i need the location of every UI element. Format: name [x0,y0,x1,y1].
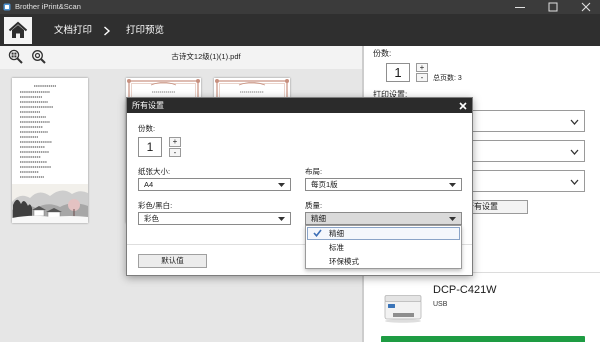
document-filename: 古诗文12级(1)(1).pdf [171,52,241,61]
quality-label: 质量: [305,201,323,210]
quality-option-label: 精细 [329,229,344,238]
paper-size-value: A4 [144,180,154,189]
color-mode-value: 彩色 [144,214,159,223]
layout-value: 每页1版 [311,180,338,189]
total-pages-value: 3 [457,75,462,82]
quality-option[interactable]: 标准 [307,241,460,254]
breadcrumb-print-preview: 打印预览 [126,25,165,36]
dropdown-arrow-icon [449,183,456,187]
default-button[interactable]: 默认值 [138,254,207,268]
minimize-icon[interactable] [514,2,526,12]
layout-select[interactable]: 每页1版 [305,178,462,191]
copies-decrement-button[interactable]: - [416,73,428,82]
color-mode-label: 彩色/黑白: [138,201,173,210]
dialog-title: 所有设置 [132,101,164,110]
print-button[interactable] [381,336,585,342]
copies-input[interactable]: 1 [386,63,410,82]
paper-size-select[interactable]: A4 [138,178,291,191]
home-button[interactable] [4,17,32,44]
quality-option[interactable]: 精细 [307,227,460,240]
close-icon[interactable] [581,2,591,12]
chevron-down-icon [570,179,579,185]
zoom-fit-icon[interactable] [8,49,23,64]
page-thumbnail[interactable] [12,78,88,223]
color-mode-select[interactable]: 彩色 [138,212,291,225]
layout-label: 布局: [305,167,323,176]
app-icon [3,3,11,11]
quality-select[interactable]: 精细 [305,212,462,225]
dropdown-arrow-icon [278,217,285,221]
quality-options-list: 精细 标准 环保模式 [305,225,462,269]
page-image [12,85,88,223]
close-icon[interactable] [459,102,467,110]
chevron-down-icon [570,149,579,155]
copies-input[interactable]: 1 [138,137,162,157]
quality-option-label: 环保模式 [329,257,359,266]
breadcrumb-document-print[interactable]: 文档打印 [54,25,92,37]
maximize-icon[interactable] [548,2,558,12]
home-icon [8,21,28,38]
window-titlebar [0,0,600,14]
quality-option[interactable]: 环保模式 [307,255,460,268]
copies-label: 份数: [373,49,392,58]
dialog-titlebar [127,98,472,113]
paper-size-label: 纸张大小: [138,167,171,176]
printer-connection: USB [433,301,448,308]
chevron-right-icon [103,26,111,36]
copies-increment-button[interactable]: + [169,137,181,147]
dropdown-arrow-icon [278,183,285,187]
dropdown-arrow-icon [449,217,456,221]
total-pages-label: 总页数: [433,75,456,82]
quality-value: 精细 [311,214,326,223]
printer-model[interactable]: DCP-C421W [433,284,497,297]
chevron-down-icon [570,119,579,125]
checkmark-icon [313,229,322,237]
zoom-page-icon[interactable] [31,49,46,64]
all-settings-dialog: 所有设置 份数: 1 + - 纸张大小: A4 布局: 每页1版 彩色/黑白: … [126,97,473,276]
copies-decrement-button[interactable]: - [169,148,181,157]
copies-label: 份数: [138,124,156,133]
total-pages: 总页数: 3 [433,74,462,83]
printer-icon [382,288,424,324]
quality-option-label: 标准 [329,243,344,252]
window-title: Brother iPrint&Scan [15,2,81,11]
copies-increment-button[interactable]: + [416,63,428,72]
